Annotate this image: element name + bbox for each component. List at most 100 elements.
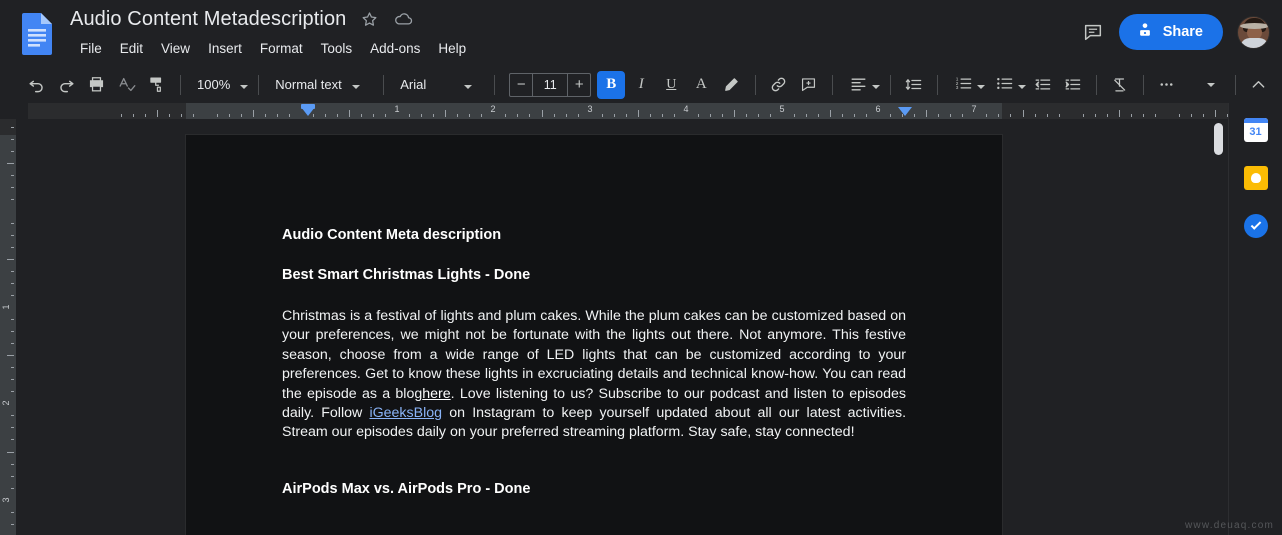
chevron-down-icon — [872, 77, 881, 92]
chevron-down-icon — [464, 77, 473, 92]
star-icon[interactable] — [358, 9, 380, 31]
increase-indent-icon[interactable] — [1058, 71, 1086, 99]
link-igeeksblog[interactable]: iGeeksBlog — [369, 405, 442, 421]
share-label: Share — [1162, 24, 1203, 40]
watermark: www.deuaq.com — [1185, 520, 1274, 531]
page-title[interactable]: Audio Content Metadescription — [70, 8, 346, 31]
share-lock-person-icon — [1136, 21, 1154, 43]
undo-icon[interactable] — [22, 71, 50, 99]
toolbar-divider — [494, 74, 496, 95]
toolbar-divider — [383, 74, 385, 95]
paragraph-style-select[interactable]: Normal text — [267, 72, 375, 98]
avatar[interactable] — [1237, 15, 1270, 49]
font-size-decrease-button[interactable]: − — [510, 74, 532, 96]
toolbar-divider — [1096, 74, 1098, 95]
menu-item-help[interactable]: Help — [430, 39, 474, 58]
text-color-button[interactable]: A — [687, 71, 715, 99]
vertical-scrollbar[interactable] — [1214, 119, 1226, 535]
editing-mode-caret-icon[interactable] — [1197, 71, 1225, 99]
line-spacing-icon[interactable] — [899, 71, 927, 99]
font-family-value: Arial — [400, 77, 427, 92]
chevron-down-icon — [1018, 77, 1027, 92]
toolbar-divider — [755, 74, 757, 95]
section-heading-2: AirPods Max vs. AirPods Pro - Done — [282, 480, 531, 497]
vertical-scrollbar-thumb[interactable] — [1214, 123, 1223, 155]
numbered-list-select[interactable]: 1 2 3 — [946, 72, 987, 98]
paragraph-1: Christmas is a festival of lights and pl… — [282, 307, 906, 443]
highlight-pen-icon[interactable] — [717, 71, 745, 99]
spellcheck-icon[interactable] — [112, 71, 140, 99]
collapse-toolbar-chevron-up-icon[interactable] — [1244, 71, 1272, 99]
comment-history-icon[interactable] — [1081, 20, 1105, 44]
google-calendar-icon[interactable]: 31 — [1243, 118, 1268, 142]
zoom-select[interactable]: 100% — [189, 72, 250, 98]
toolbar-right-group — [1197, 71, 1282, 99]
paragraph-style-value: Normal text — [275, 77, 342, 92]
header-actions: Share — [1081, 14, 1270, 50]
chevron-down-icon — [351, 77, 360, 92]
clear-formatting-icon[interactable] — [1105, 71, 1133, 99]
print-icon[interactable] — [82, 71, 110, 99]
document-canvas[interactable]: Audio Content Meta description Best Smar… — [16, 119, 1228, 535]
toolbar-divider — [832, 74, 834, 95]
section-heading-1: Best Smart Christmas Lights - Done — [282, 267, 531, 283]
font-size-stepper[interactable]: − 11 + — [509, 72, 592, 97]
toolbar-divider — [937, 74, 939, 95]
header-bar: Audio Content Metadescription File Edit … — [0, 0, 1282, 66]
toolbar-divider — [180, 74, 181, 95]
google-docs-icon[interactable] — [19, 11, 55, 55]
menu-item-add-ons[interactable]: Add-ons — [362, 39, 428, 58]
toolbar-divider — [258, 74, 260, 95]
google-keep-icon[interactable] — [1243, 166, 1268, 190]
menu-item-edit[interactable]: Edit — [112, 39, 151, 58]
paint-format-icon[interactable] — [142, 71, 170, 99]
right-indent-marker[interactable] — [898, 107, 912, 116]
menu-item-insert[interactable]: Insert — [200, 39, 250, 58]
font-size-value[interactable]: 11 — [532, 73, 569, 96]
share-button[interactable]: Share — [1118, 14, 1223, 50]
menu-item-format[interactable]: Format — [252, 39, 311, 58]
horizontal-ruler[interactable]: 1234567 — [28, 103, 1228, 119]
ruler-page-area-vertical — [0, 135, 16, 535]
decrease-indent-icon[interactable] — [1028, 71, 1056, 99]
google-docs-window: Audio Content Metadescription File Edit … — [0, 0, 1282, 535]
menu-item-file[interactable]: File — [72, 39, 110, 58]
insert-link-icon[interactable] — [764, 71, 792, 99]
chevron-down-icon — [240, 77, 249, 92]
menu-bar: File Edit View Insert Format Tools Add-o… — [72, 39, 474, 58]
calendar-day-label: 31 — [1249, 126, 1262, 138]
italic-button[interactable]: I — [627, 71, 655, 99]
document-body[interactable]: Audio Content Meta description Best Smar… — [282, 227, 906, 497]
toolbar-divider — [1143, 74, 1145, 95]
font-size-increase-button[interactable]: + — [568, 74, 590, 96]
redo-icon[interactable] — [52, 71, 80, 99]
svg-text:3: 3 — [956, 85, 959, 91]
bold-button[interactable]: B — [597, 70, 626, 99]
title-row: Audio Content Metadescription — [70, 8, 414, 31]
cloud-saved-icon[interactable] — [392, 9, 414, 31]
left-indent-marker[interactable] — [301, 107, 315, 116]
menu-item-view[interactable]: View — [153, 39, 198, 58]
document-page[interactable]: Audio Content Meta description Best Smar… — [186, 135, 1002, 535]
bulleted-list-select[interactable] — [987, 72, 1028, 98]
font-family-select[interactable]: Arial — [392, 72, 486, 98]
bulleted-list-icon — [995, 74, 1014, 96]
document-title-heading: Audio Content Meta description — [282, 227, 502, 243]
zoom-value: 100% — [197, 77, 231, 92]
formatting-toolbar: 100% Normal text Arial − 11 + B I U A 1 … — [0, 66, 1282, 103]
side-panel-rail: 31 — [1228, 103, 1282, 535]
align-left-icon — [849, 74, 868, 96]
vertical-ruler[interactable]: 123 — [0, 119, 16, 535]
toolbar-divider — [890, 74, 892, 95]
google-tasks-icon[interactable] — [1243, 214, 1268, 238]
more-options-icon[interactable] — [1152, 71, 1180, 99]
toolbar-divider — [1235, 74, 1236, 95]
add-comment-icon[interactable] — [794, 71, 822, 99]
link-here[interactable]: here — [422, 386, 450, 402]
menu-item-tools[interactable]: Tools — [313, 39, 361, 58]
align-select[interactable] — [841, 72, 882, 98]
underline-button[interactable]: U — [657, 71, 685, 99]
